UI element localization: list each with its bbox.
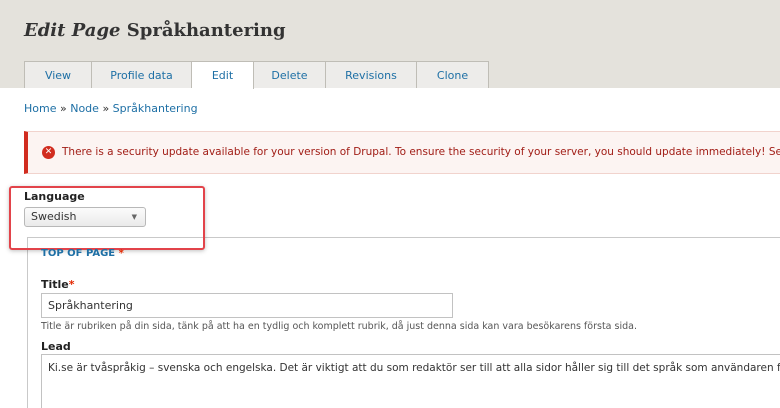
tab-delete[interactable]: Delete: [254, 61, 326, 88]
security-alert: ✕ There is a security update available f…: [24, 131, 780, 174]
title-input[interactable]: Språkhantering: [41, 293, 453, 318]
tab-view[interactable]: View: [24, 61, 92, 88]
annotation-highlight: [9, 186, 205, 250]
title-label-text: Title: [41, 278, 69, 291]
tab-revisions[interactable]: Revisions: [326, 61, 417, 88]
lead-label: Lead: [41, 340, 71, 353]
tab-profile-data[interactable]: Profile data: [92, 61, 192, 88]
breadcrumb-home[interactable]: Home: [24, 102, 56, 115]
breadcrumb-separator: »: [59, 102, 67, 115]
section-legend: TOP OF PAGE *: [41, 248, 124, 259]
breadcrumb-separator: »: [102, 102, 110, 115]
alert-message: There is a security update available for…: [62, 146, 780, 158]
primary-tabs: View Profile data Edit Delete Revisions …: [24, 61, 489, 89]
breadcrumb: Home » Node » Språkhantering: [24, 102, 198, 115]
error-icon: ✕: [42, 146, 55, 159]
breadcrumb-node[interactable]: Node: [70, 102, 99, 115]
tab-clone[interactable]: Clone: [417, 61, 489, 88]
required-mark: *: [118, 248, 124, 259]
title-label: Title*: [41, 278, 75, 291]
tab-edit[interactable]: Edit: [192, 61, 254, 89]
required-mark: *: [68, 278, 75, 291]
page-title-operation: Edit Page: [24, 20, 121, 41]
section-legend-text: TOP OF PAGE: [41, 248, 116, 259]
lead-textarea[interactable]: Ki.se är tvåspråkig – svenska och engels…: [41, 354, 780, 408]
page-title-name: Språkhantering: [126, 20, 286, 41]
breadcrumb-current[interactable]: Språkhantering: [113, 102, 198, 115]
title-help-text: Title är rubriken på din sida, tänk på a…: [41, 321, 637, 332]
page-title: Edit Page Språkhantering: [24, 20, 286, 41]
